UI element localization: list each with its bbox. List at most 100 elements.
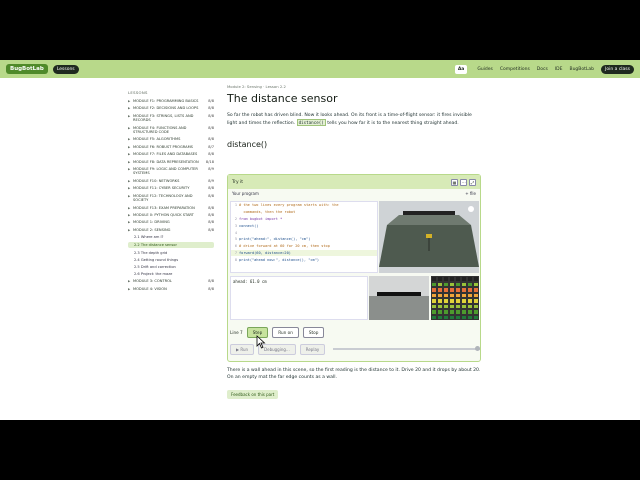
sidebar-lesson[interactable]: 2.5 Drift and correction [128,265,214,269]
add-file-link[interactable]: + file [465,191,476,196]
nav-docs[interactable]: Docs [537,67,548,72]
simulator-scene [379,206,479,267]
line-text: # drive forward at 60 for 20 cm, then st… [239,244,330,249]
run-on-button[interactable]: Run on [272,326,299,338]
module-name: MODULE F6: ROBUST PROGRAMS [133,144,193,149]
module-progress: 8/8 [208,193,214,198]
code-line[interactable]: commands, then the robot [231,209,377,216]
program-row: Your program + file [228,189,480,198]
join-class-button[interactable]: Join a class [601,64,634,74]
replay-button[interactable]: Replay [299,343,326,355]
module-progress: 8/8 [208,113,214,118]
nav-competitions[interactable]: Competitions [500,67,530,72]
layout-icon[interactable]: ▦ [451,178,458,186]
module-progress: 8/8 [208,125,214,130]
sidebar-module[interactable]: ▶ MODULE 4: VISION 8/8 [128,287,214,291]
sidebar-module[interactable]: ▶ MODULE F9: LOGIC AND COMPUTER SYSTEMS 8/… [128,167,214,176]
module-name: MODULE F3: STRINGS, LISTS AND RECORDS [133,113,194,123]
sidebar-module[interactable]: ▶ MODULE 3: CONTROL 8/8 [128,279,214,283]
nav-guides[interactable]: Guides [477,67,493,72]
sidebar-module[interactable]: ▶ MODULE F8: DATA REPRESENTATION 8/18 [128,160,214,164]
code-line[interactable]: 8 print("ahead now:", distance(), "cm") [231,256,377,263]
code-line[interactable]: 3 connect() [231,222,377,229]
sidebar-lesson[interactable]: 2.4 Getting round things [128,258,214,262]
sidebar-module[interactable]: ▶ MODULE F7: FILES AND DATABASES 8/8 [128,152,214,156]
run-button[interactable]: ▶ Run [230,343,255,355]
code-line[interactable]: 5 print("ahead:", distance(), "cm") [231,236,377,243]
module-progress: 8/9 [208,178,214,183]
sidebar-lesson[interactable]: 2.3 The depth grid [128,251,214,255]
module-name: MODULE F8: DATA REPRESENTATION [133,159,199,164]
line-text: forward(60, distance=20) [239,250,291,255]
code-line[interactable]: 2 from bugbot import * [231,216,377,223]
sidebar-module[interactable]: ▶ MODULE F2: DECISIONS AND LOOPS 8/8 [128,106,214,110]
more-icon[interactable]: ⋯ [460,178,467,186]
module-name: MODULE 4: VISION [133,286,167,291]
sidebar-lesson[interactable]: 2.6 Project: the maze [128,272,214,276]
camera-view [369,276,429,320]
module-progress: 8/7 [208,144,214,149]
module-progress: 8/8 [208,186,214,191]
lessons-pill[interactable]: Lessons [52,64,79,74]
module-name: MODULE F13: EXAM PREPARATION [133,205,195,210]
app-frame: BugBotLab Lessons Aa Guides Competitions… [0,60,640,420]
line-text: print("ahead now:", distance(), "cm") [239,257,320,262]
sidebar-module[interactable]: ▶ MODULE 1: DRIVING 8/8 [128,220,214,224]
sidebar-module[interactable]: ▶ MODULE F12: TECHNOLOGY AND SOCIETY 8/8 [128,194,214,203]
module-progress: 8/9 [208,167,214,172]
explanation-paragraph: There is a wall ahead in this scene, so … [227,368,481,380]
line-indicator: Line 7 [230,329,243,335]
sidebar-lesson[interactable]: 2.1 Where am I? [128,235,214,239]
module-progress: 8/8 [208,137,214,142]
sidebar-module[interactable]: ▶ MODULE F1: PROGRAMMING BASICS 8/8 [128,99,214,103]
expand-icon[interactable]: ⤢ [469,178,476,186]
module-name: MODULE F5: ALGORITHMS [133,137,181,142]
sidebar-lesson[interactable]: 2.2 The distance sensor [128,242,214,249]
code-line[interactable]: 4 [231,229,377,236]
sidebar-heading: LESSONS [128,90,148,95]
code-line[interactable]: 6 # drive forward at 60 for 20 cm, then s… [231,243,377,250]
stop-button[interactable]: Stop [302,326,325,338]
module-name: MODULE 3: CONTROL [133,279,172,284]
code-line[interactable]: 1 # the two lines every program starts wi… [231,202,377,209]
depth-cell [473,314,479,320]
sidebar-module[interactable]: ▶ MODULE F10: NETWORKS 8/9 [128,179,214,183]
sidebar-module[interactable]: ▶ MODULE F11: CYBER SECURITY 8/8 [128,186,214,190]
debug-controls: Line 7 Step Run on Stop [230,325,480,339]
feedback-button[interactable]: Feedback on this part [227,390,279,399]
sidebar-module[interactable]: ▶ MODULE 0: PYTHON QUICK START 8/8 [128,213,214,217]
sidebar-module[interactable]: ▶ MODULE F6: ROBUST PROGRAMS 8/7 [128,145,214,149]
brand-logo[interactable]: BugBotLab [6,64,48,74]
sidebar-module[interactable]: ▶ MODULE F4: FUNCTIONS AND STRUCTURED COD… [128,126,214,135]
module-progress: 8/8 [208,205,214,210]
code-editor[interactable]: 1 # the two lines every program starts wi… [230,201,378,273]
try-it-title: Try it [232,179,244,185]
line-number: 8 [234,257,237,262]
nav-bugbotlab[interactable]: BugBotLab [569,67,594,72]
module-name: MODULE F12: TECHNOLOGY AND SOCIETY [133,193,193,203]
simulator-3d-view[interactable] [379,201,479,273]
sidebar-module[interactable]: ▶ MODULE F13: EXAM PREPARATION 8/8 [128,206,214,210]
replay-slider[interactable] [333,346,480,351]
slider-knob[interactable] [475,346,480,351]
module-name: MODULE F1: PROGRAMMING BASICS [133,99,199,103]
module-name: MODULE 1: DRIVING [133,220,170,225]
program-label: Your program [232,191,259,196]
line-number: 2 [234,216,237,221]
sidebar-module[interactable]: ▶ MODULE F5: ALGORITHMS 8/8 [128,137,214,141]
code-line[interactable]: 7 forward(60, distance=20) [231,249,377,257]
sidebar-module[interactable]: ▶ MODULE F3: STRINGS, LISTS AND RECORDS 8/… [128,114,214,123]
module-progress: 8/8 [208,99,214,103]
breadcrumb: Module 2: Sensing · Lesson 2.2 [227,84,286,89]
module-progress: 8/8 [208,286,214,291]
playback-controls: ▶ Run Debugging... Replay [230,342,480,356]
font-size-toggle[interactable]: Aa [454,64,468,74]
module-progress: 8/8 [208,227,214,232]
sidebar-module[interactable]: ▶ MODULE 2: SENSING 8/8 [128,228,214,232]
module-name: MODULE 0: PYTHON QUICK START [133,212,194,217]
line-text: connect() [239,223,259,228]
section-heading: distance() [227,140,268,149]
nav-ide[interactable]: IDE [555,67,563,72]
line-number: 3 [234,223,237,228]
line-number: 5 [234,237,237,242]
